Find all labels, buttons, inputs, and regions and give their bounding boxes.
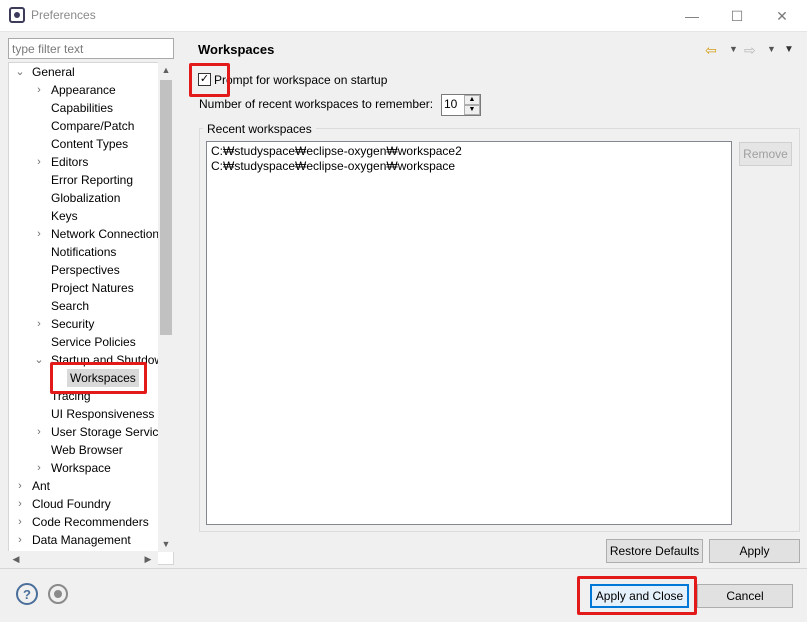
spin-down-icon[interactable]: ▼ [464,105,480,115]
tree-item-service-policies[interactable]: Service Policies [51,333,136,351]
highlight-box-prompt-checkbox [189,63,230,97]
chevron-right-icon[interactable]: › [33,459,45,477]
view-menu-icon[interactable]: ▼ [784,44,794,55]
scroll-down-arrow-icon[interactable]: ▼ [158,536,174,552]
tree-item-notifications[interactable]: Notifications [51,243,116,261]
tree-scroll-thumb[interactable] [160,80,172,335]
chevron-right-icon[interactable]: › [33,315,45,333]
maximize-button[interactable]: ☐ [717,3,757,29]
close-button[interactable]: ✕ [762,3,802,29]
tree-horizontal-scrollbar[interactable]: ◀ ▶ [8,551,158,567]
import-export-icon[interactable] [48,584,68,604]
scroll-up-arrow-icon[interactable]: ▲ [158,62,174,78]
recent-workspaces-list[interactable]: C:₩studyspace₩eclipse-oxygen₩workspace2 … [206,141,732,525]
preference-tree[interactable]: ⌄ General › Appearance Capabilities Comp… [8,62,174,565]
chevron-right-icon[interactable]: › [14,513,26,531]
tree-item-content-types[interactable]: Content Types [51,135,128,153]
tree-item-label: Data Management [32,533,131,547]
chevron-right-icon[interactable]: › [33,423,45,441]
tree-item-label: Security [51,317,95,331]
scroll-left-arrow-icon[interactable]: ◀ [8,551,24,567]
tree-item-label: Ant [32,479,51,493]
recent-count-label: Number of recent workspaces to remember: [199,97,434,111]
restore-defaults-button[interactable]: Restore Defaults [606,539,703,563]
window-title: Preferences [31,8,96,22]
cancel-button[interactable]: Cancel [697,584,793,608]
chevron-right-icon[interactable]: › [14,477,26,495]
spin-up-icon[interactable]: ▲ [464,95,480,105]
tree-item-label: Cloud Foundry [32,497,111,511]
tree-item-project-natures[interactable]: Project Natures [51,279,134,297]
chevron-down-icon[interactable]: ⌄ [33,351,45,369]
tree-item-keys[interactable]: Keys [51,207,78,225]
eclipse-app-icon [9,7,25,23]
help-icon[interactable]: ? [16,583,38,605]
list-item[interactable]: C:₩studyspace₩eclipse-oxygen₩workspace2 [211,144,727,159]
back-arrow-icon[interactable]: ⇦ [705,42,717,59]
apply-button[interactable]: Apply [709,539,800,563]
chevron-right-icon[interactable]: › [14,531,26,549]
tree-item-label: Appearance [51,83,116,97]
tree-item-label: Network Connection [51,227,160,241]
tree-item-label: Code Recommenders [32,515,149,529]
prompt-workspace-label[interactable]: Prompt for workspace on startup [214,73,387,87]
forward-arrow-icon[interactable]: ⇨ [744,42,756,59]
forward-dropdown-icon[interactable]: ▼ [767,44,776,54]
chevron-right-icon[interactable]: › [33,225,45,243]
back-dropdown-icon[interactable]: ▼ [729,44,738,54]
chevron-right-icon[interactable]: › [33,81,45,99]
list-item[interactable]: C:₩studyspace₩eclipse-oxygen₩workspace [211,159,727,174]
tree-item-label: User Storage Service [51,425,166,439]
recent-workspaces-group-label: Recent workspaces [203,122,316,136]
scroll-right-arrow-icon[interactable]: ▶ [140,551,156,567]
highlight-box-workspaces [50,362,147,394]
footer-separator [0,568,807,569]
tree-item-perspectives[interactable]: Perspectives [51,261,120,279]
tree-item-label: Editors [51,155,89,169]
tree-item-label: General [32,65,75,79]
tree-item-web-browser[interactable]: Web Browser [51,441,123,459]
chevron-right-icon[interactable]: › [14,495,26,513]
tree-item-error-reporting[interactable]: Error Reporting [51,171,133,189]
tree-item-compare-patch[interactable]: Compare/Patch [51,117,134,135]
tree-item-label: Workspace [51,461,111,475]
recent-count-value[interactable]: 10 [444,97,457,111]
filter-input[interactable] [8,38,174,59]
tree-item-globalization[interactable]: Globalization [51,189,120,207]
tree-item-ui-responsiveness[interactable]: UI Responsiveness M [51,405,168,423]
chevron-right-icon[interactable]: › [33,153,45,171]
highlight-box-apply-and-close [577,576,697,615]
tree-item-search[interactable]: Search [51,297,89,315]
tree-item-capabilities[interactable]: Capabilities [51,99,113,117]
minimize-button[interactable]: — [672,3,712,29]
chevron-down-icon[interactable]: ⌄ [14,63,26,81]
remove-button[interactable]: Remove [739,142,792,166]
page-title: Workspaces [198,42,275,57]
